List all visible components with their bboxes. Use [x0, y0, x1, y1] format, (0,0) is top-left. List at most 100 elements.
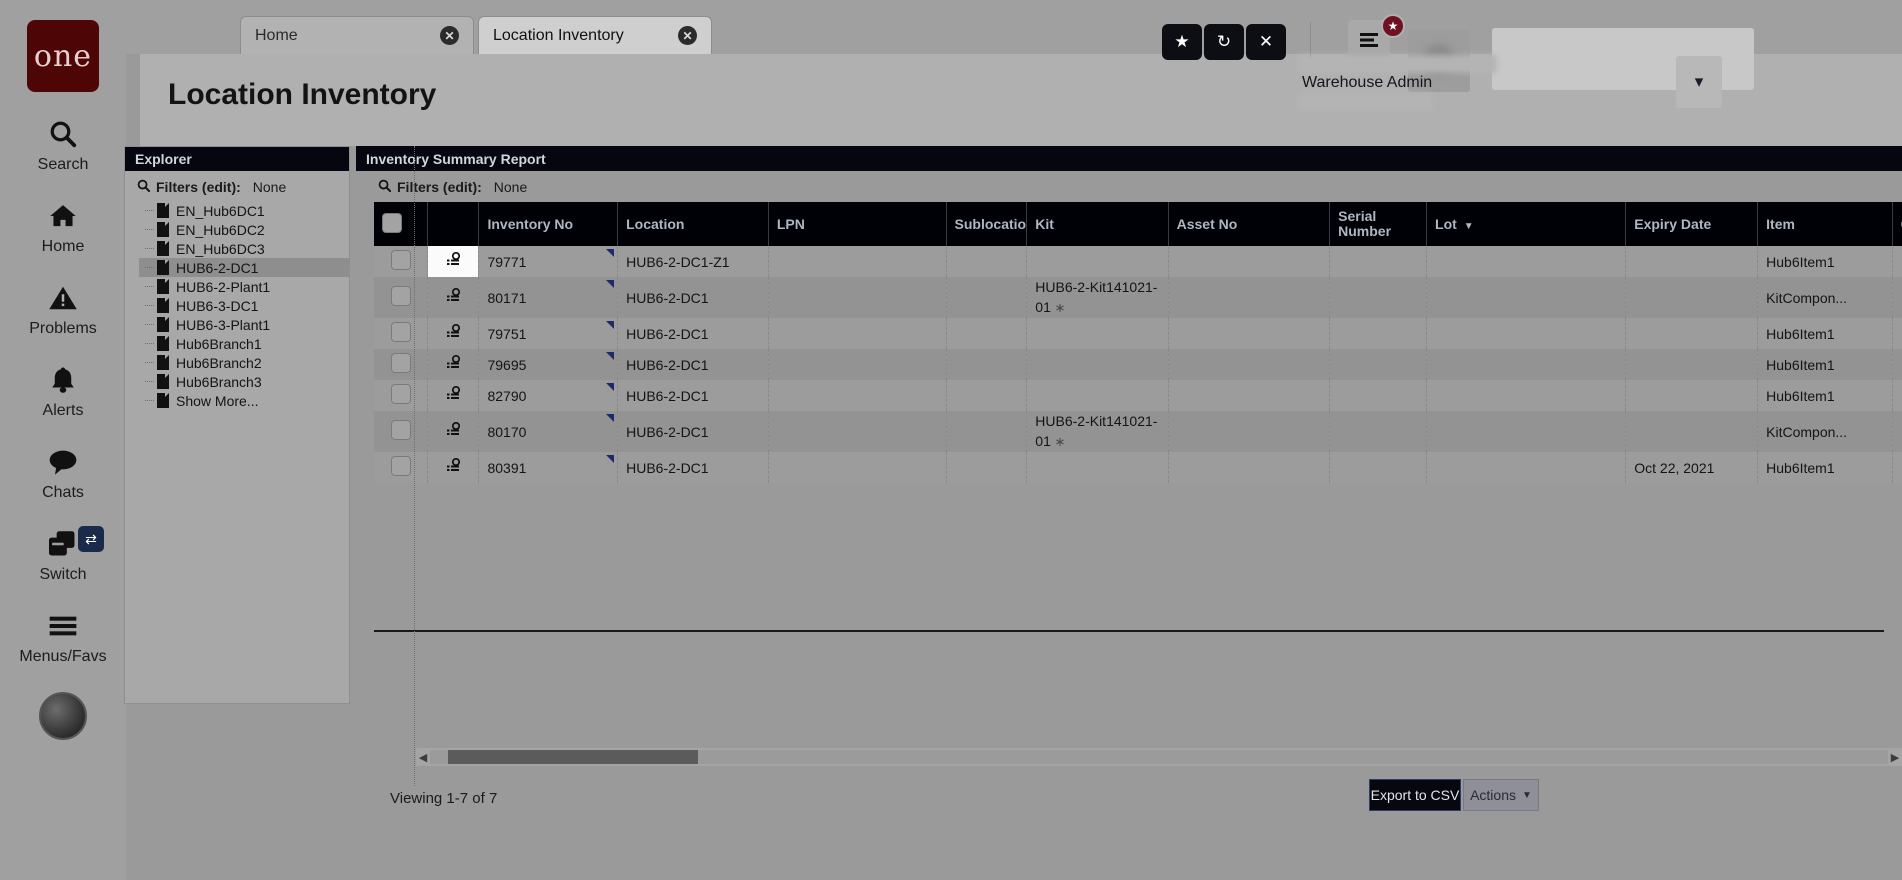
inventory-detail-icon-cell[interactable] [427, 452, 480, 483]
cell-location[interactable]: HUB6-2-DC1 [617, 380, 769, 411]
exchange-arrows-icon[interactable]: ⇄ [78, 526, 104, 552]
row-checkbox[interactable] [390, 456, 411, 476]
chevron-down-icon[interactable]: ▾ [1676, 56, 1722, 108]
avatar[interactable] [39, 692, 87, 740]
brand-logo[interactable]: one [27, 20, 99, 92]
table-row[interactable]: 79695 HUB6-2-DC1 Hub6Item1 [374, 349, 1902, 380]
explorer-item[interactable]: HUB6-3-Plant1 [139, 315, 349, 334]
row-checkbox[interactable] [390, 384, 411, 404]
user-name-redacted [1297, 55, 1497, 73]
table-row[interactable]: 80391 HUB6-2-DC1 Oct 22, 2021 Hub6Item1 [374, 452, 1902, 483]
explorer-item[interactable]: Show More... [139, 391, 349, 410]
column-header-subloc[interactable]: Sublocation [946, 202, 1028, 246]
row-checkbox[interactable] [390, 420, 411, 440]
row-checkbox[interactable] [390, 322, 411, 342]
column-header-item[interactable]: Item [1757, 202, 1893, 246]
scrollbar-thumb[interactable] [448, 750, 698, 764]
explorer-item[interactable]: Hub6Branch1 [139, 334, 349, 353]
inventory-detail-icon-cell[interactable] [427, 318, 480, 349]
scrollbar-track[interactable] [430, 750, 1888, 764]
explorer-tree: EN_Hub6DC1 EN_Hub6DC2 EN_Hub6DC3 HUB6-2-DC1… [125, 201, 349, 410]
sidebar-item-switch[interactable]: ⇄ Switch [0, 524, 126, 584]
cell-location[interactable]: HUB6-2-DC1 [617, 349, 769, 380]
column-header-lpn[interactable]: LPN [768, 202, 947, 246]
cell-location[interactable]: HUB6-2-DC1-Z1 [617, 246, 769, 277]
row-checkbox[interactable] [390, 286, 411, 306]
explorer-item[interactable]: HUB6-2-DC1 [139, 258, 349, 277]
cell-kit[interactable]: HUB6-2-Kit141021-01 ∗ [1026, 411, 1169, 452]
select-all-checkbox[interactable] [382, 212, 402, 233]
cell-kit[interactable]: HUB6-2-Kit141021-01 ∗ [1026, 277, 1169, 318]
inventory-detail-icon-cell[interactable] [427, 246, 480, 277]
cell-lpn [768, 411, 947, 452]
export-to-csv-button[interactable]: Export to CSV [1369, 779, 1461, 811]
cell-corner-flag-icon [606, 383, 615, 391]
star-badge-icon[interactable]: ★ [1381, 14, 1405, 38]
scroll-right-arrow-icon[interactable]: ▶ [1888, 751, 1902, 764]
explorer-item-label: HUB6-2-Plant1 [176, 278, 271, 295]
sidebar-item-label: Home [41, 238, 85, 255]
row-checkbox[interactable] [390, 353, 411, 373]
column-header-kit[interactable]: Kit [1026, 202, 1169, 246]
user-org-redacted [1297, 93, 1433, 110]
scroll-left-arrow-icon[interactable]: ◀ [416, 751, 430, 764]
inventory-lookup-icon [445, 385, 462, 406]
close-page-button[interactable]: ✕ [1246, 24, 1286, 60]
explorer-item[interactable]: EN_Hub6DC3 [139, 239, 349, 258]
report-filters[interactable]: Filters (edit): None [356, 171, 1902, 201]
favorite-button[interactable]: ★ [1162, 24, 1202, 60]
inventory-detail-icon-cell[interactable] [427, 411, 480, 452]
cell-location[interactable]: HUB6-2-DC1 [617, 277, 769, 318]
explorer-item[interactable]: Hub6Branch2 [139, 353, 349, 372]
column-header-location[interactable]: Location [617, 202, 769, 246]
cell-kit [1026, 318, 1169, 349]
cell-corner-flag-icon [606, 280, 615, 288]
explorer-item[interactable]: HUB6-3-DC1 [139, 296, 349, 315]
column-header-inv_no[interactable]: Inventory No [478, 202, 619, 246]
sidebar-item-search[interactable]: Search [0, 114, 126, 174]
select-all-header[interactable] [374, 202, 429, 246]
explorer-item[interactable]: EN_Hub6DC2 [139, 220, 349, 239]
cell-location[interactable]: HUB6-2-DC1 [617, 411, 769, 452]
inventory-detail-icon-cell[interactable] [427, 349, 480, 380]
sidebar-item-chats[interactable]: Chats [0, 442, 126, 502]
explorer-item[interactable]: HUB6-2-Plant1 [139, 277, 349, 296]
caret-down-icon: ▼ [1522, 789, 1532, 801]
column-header-label: Serial Number [1338, 208, 1392, 239]
grid-bottom-rule [374, 630, 1884, 632]
table-row[interactable]: 79751 HUB6-2-DC1 Hub6Item1 [374, 318, 1902, 349]
explorer-item[interactable]: EN_Hub6DC1 [139, 201, 349, 220]
explorer-item[interactable]: Hub6Branch3 [139, 372, 349, 391]
sidebar-item-problems[interactable]: Problems [0, 278, 126, 338]
table-row[interactable]: 79771 HUB6-2-DC1-Z1 Hub6Item1 [374, 246, 1902, 277]
tab-home[interactable]: Home ✕ [240, 16, 474, 54]
cell-location[interactable]: HUB6-2-DC1 [617, 452, 769, 483]
refresh-button[interactable]: ↻ [1204, 24, 1244, 60]
sort-descending-icon[interactable]: ▼ [1464, 221, 1474, 232]
table-row[interactable]: 80170 HUB6-2-DC1 HUB6-2-Kit141021-01 ∗ KitC… [374, 411, 1902, 452]
x-icon: ✕ [1258, 32, 1274, 51]
column-header-lot[interactable]: Lot ▼ [1426, 202, 1627, 246]
column-header-serial[interactable]: Serial Number [1329, 202, 1428, 246]
table-row[interactable]: 80171 HUB6-2-DC1 HUB6-2-Kit141021-01 ∗ KitC… [374, 277, 1902, 318]
close-icon[interactable]: ✕ [440, 26, 459, 45]
column-header-asset_no[interactable]: Asset No [1168, 202, 1331, 246]
close-icon[interactable]: ✕ [678, 26, 697, 45]
row-checkbox[interactable] [390, 250, 411, 270]
grid-horizontal-scrollbar[interactable]: ◀ ▶ [416, 748, 1902, 766]
inventory-detail-icon-cell[interactable] [427, 380, 480, 411]
table-row[interactable]: 82790 HUB6-2-DC1 Hub6Item1 [374, 380, 1902, 411]
sidebar-item-home[interactable]: Home [0, 196, 126, 256]
tab-location-inventory[interactable]: Location Inventory ✕ [478, 16, 712, 54]
viewing-count-label: Viewing 1-7 of 7 [390, 790, 498, 807]
inventory-detail-icon-cell[interactable] [427, 277, 480, 318]
column-header-expiry[interactable]: Expiry Date [1625, 202, 1759, 246]
cell-location[interactable]: HUB6-2-DC1 [617, 318, 769, 349]
sidebar-item-menus-favs[interactable]: Menus/Favs [0, 606, 126, 666]
column-header-quantity[interactable]: Quantity [1892, 202, 1902, 246]
actions-button[interactable]: Actions ▼ [1463, 779, 1539, 811]
explorer-item-label: HUB6-3-DC1 [176, 297, 259, 314]
explorer-filters[interactable]: Filters (edit): None [125, 171, 349, 201]
sidebar-item-alerts[interactable]: Alerts [0, 360, 126, 420]
menu-list-icon [1360, 33, 1378, 47]
